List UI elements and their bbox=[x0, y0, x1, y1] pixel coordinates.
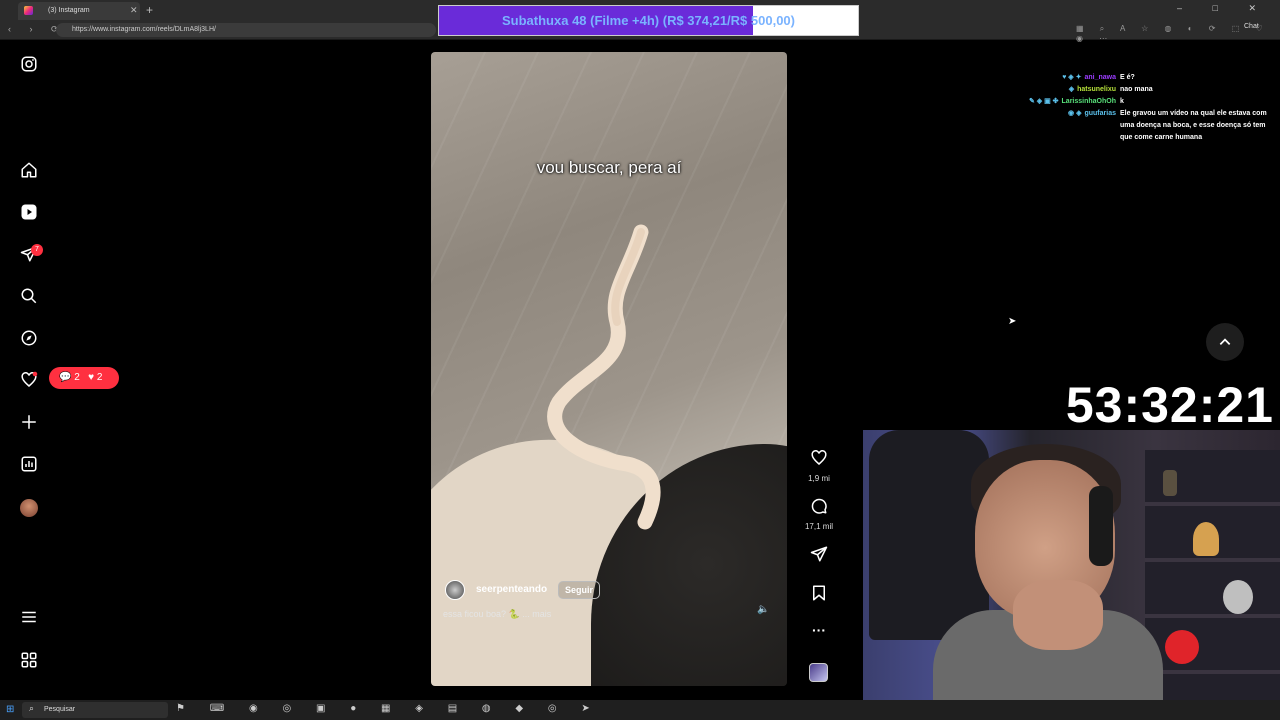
chat-message: ✎ ◈ ▣ ✤ LarissinhaOhOh k bbox=[1010, 96, 1272, 108]
like-count: 2 bbox=[96, 372, 103, 383]
like-count: 1,9 mi bbox=[808, 474, 830, 483]
instagram-logo-icon[interactable] bbox=[17, 55, 41, 79]
reels-icon[interactable] bbox=[17, 203, 41, 227]
comment-count: 2 bbox=[74, 372, 80, 383]
stream-chat-overlay: ♥ ◈ ✦ ani_nawa E é? ◈ hatsunelixu nao mana ✎ ◈… bbox=[1010, 72, 1272, 144]
chat-text: nao mana bbox=[1120, 86, 1153, 93]
save-icon[interactable] bbox=[807, 584, 831, 607]
chat-badges-icon: ♥ ◈ ✦ bbox=[1062, 74, 1082, 81]
home-icon[interactable] bbox=[17, 161, 41, 185]
subathon-progress-text: Subathuxa 48 (Filme +4h) (R$ 374,21/R$ 5… bbox=[502, 13, 795, 28]
gaming-chair bbox=[869, 430, 989, 640]
new-tab-icon[interactable]: + bbox=[146, 3, 153, 17]
chat-badges-icon: ◉ ◈ bbox=[1068, 110, 1082, 117]
audio-track-thumbnail[interactable] bbox=[809, 663, 828, 682]
chat-message: ◈ hatsunelixu nao mana bbox=[1010, 84, 1272, 96]
streamer-webcam bbox=[863, 430, 1280, 720]
search-icon: ⌕ bbox=[29, 703, 35, 713]
search-icon[interactable] bbox=[17, 287, 41, 311]
heart-icon: ♥ bbox=[88, 372, 95, 383]
chat-message: ♥ ◈ ✦ ani_nawa E é? bbox=[1010, 72, 1272, 84]
figure-collectible bbox=[1163, 470, 1177, 496]
explore-icon[interactable] bbox=[17, 329, 41, 353]
chat-badges-icon: ◈ bbox=[1068, 86, 1075, 93]
create-icon[interactable] bbox=[17, 413, 41, 437]
audio-toggle-icon[interactable]: 🔈 bbox=[757, 604, 769, 615]
reel-video[interactable]: vou buscar, pera aí seerpenteando Seguir… bbox=[431, 52, 787, 686]
also-from-meta-icon[interactable] bbox=[17, 651, 41, 675]
figure-collectible bbox=[1223, 580, 1253, 614]
share-icon[interactable] bbox=[807, 545, 831, 568]
chat-text: E é? bbox=[1120, 74, 1135, 81]
address-bar[interactable]: https://www.instagram.com/reels/DLmA8lj3… bbox=[56, 23, 436, 37]
previous-reel-button[interactable] bbox=[1206, 323, 1244, 361]
notifications-popup[interactable]: 💬 2 ♥ 2 bbox=[49, 367, 119, 389]
chat-text: k bbox=[1120, 98, 1124, 105]
taskbar-search-input[interactable]: Pesquisar bbox=[22, 702, 168, 718]
video-subtitle: vou buscar, pera aí bbox=[536, 158, 682, 177]
windows-start-icon[interactable]: ⊞ bbox=[6, 704, 14, 715]
comment-icon: 💬 bbox=[59, 372, 72, 383]
chat-badges-icon: ✎ ◈ ▣ ✤ bbox=[1028, 98, 1059, 105]
dashboard-icon[interactable] bbox=[17, 455, 41, 479]
chat-author: ◈ hatsunelixu bbox=[1010, 84, 1120, 96]
creator-avatar[interactable] bbox=[445, 580, 465, 600]
instagram-favicon-icon bbox=[24, 6, 33, 15]
messages-badge: 7 bbox=[31, 244, 43, 256]
tab-title: (3) Instagram bbox=[48, 7, 90, 14]
chat-username: guufarias bbox=[1084, 110, 1116, 117]
creator-username[interactable]: seerpenteando bbox=[476, 584, 547, 595]
figure-collectible bbox=[1193, 522, 1219, 556]
comment-count: 17,1 mil bbox=[804, 522, 833, 531]
subathon-progress-banner: Subathuxa 48 (Filme +4h) (R$ 374,21/R$ 5… bbox=[438, 5, 859, 36]
more-menu-icon[interactable] bbox=[17, 608, 41, 632]
follow-button[interactable]: Seguir bbox=[558, 581, 601, 599]
profile-avatar[interactable] bbox=[20, 499, 38, 517]
mouse-cursor-icon: ➤ bbox=[1008, 316, 1017, 327]
close-tab-icon[interactable]: ✕ bbox=[130, 5, 138, 16]
copilot-chat-button[interactable]: Chat bbox=[1244, 23, 1259, 30]
browser-tab-instagram[interactable]: (3) Instagram ✕ bbox=[18, 2, 140, 20]
headset bbox=[1089, 486, 1113, 566]
figure-collectible bbox=[1165, 630, 1199, 664]
chat-message: ◉ ◈ guufarias Ele gravou um vídeo na qual … bbox=[1010, 108, 1272, 144]
chat-text: Ele gravou um vídeo na qual ele estava c… bbox=[1120, 110, 1267, 141]
chat-author: ✎ ◈ ▣ ✤ LarissinhaOhOh bbox=[1010, 96, 1120, 108]
window-controls[interactable]: – □ ✕ bbox=[1177, 3, 1270, 14]
like-icon[interactable] bbox=[807, 449, 831, 472]
chat-username: hatsunelixu bbox=[1077, 86, 1116, 93]
notifications-icon[interactable] bbox=[17, 371, 41, 395]
chat-username: LarissinhaOhOh bbox=[1061, 98, 1116, 105]
taskbar-app-icons[interactable]: ⚑ ⌨ ◉ ◎ ▣ ● ▦ ◈ ▤ ◍ ◆ ◎ ➤ bbox=[176, 703, 601, 714]
chat-username: ani_nawa bbox=[1084, 74, 1116, 81]
chat-author: ◉ ◈ guufarias bbox=[1010, 108, 1120, 144]
subathon-timer: 53:32:21 bbox=[1065, 377, 1274, 433]
more-options-icon[interactable]: ··· bbox=[807, 622, 831, 638]
reel-description[interactable]: essa ficou boa? 🐍 ... mais bbox=[443, 609, 551, 620]
streamer-hand bbox=[1013, 580, 1103, 650]
chat-author: ♥ ◈ ✦ ani_nawa bbox=[1010, 72, 1120, 84]
comment-icon[interactable] bbox=[807, 497, 831, 520]
